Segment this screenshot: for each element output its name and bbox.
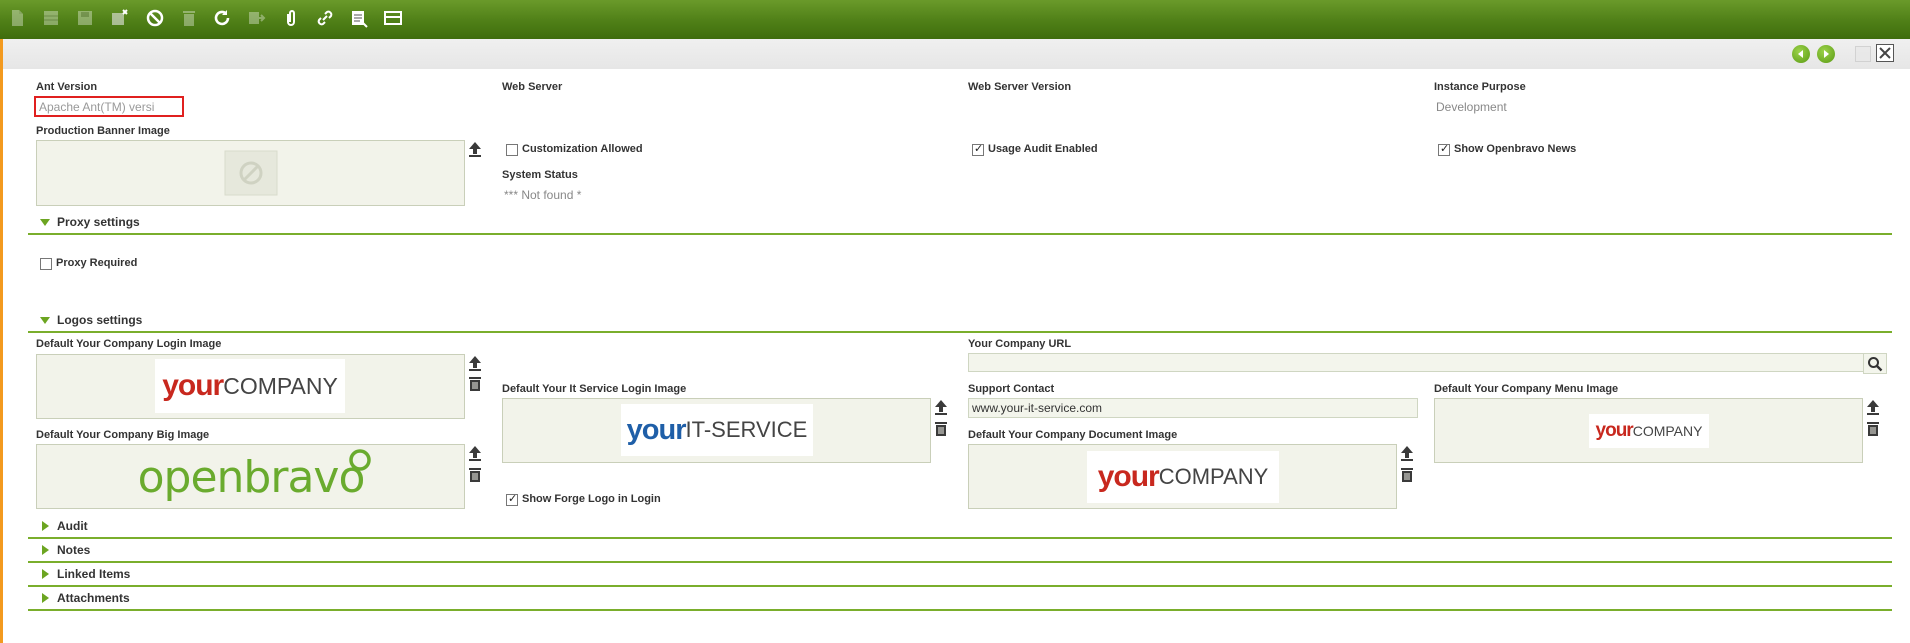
- audit-section[interactable]: Audit: [28, 515, 1892, 539]
- proxy-required-checkbox[interactable]: [40, 258, 52, 270]
- production-banner-label: Production Banner Image: [36, 125, 170, 137]
- company-big-image-box[interactable]: openbravo: [36, 444, 465, 509]
- company-menu-image-box[interactable]: your COMPANY: [1434, 398, 1863, 463]
- expanded-arrow-icon: [40, 317, 50, 324]
- show-openbravo-news-label: Show Openbravo News: [1454, 143, 1577, 155]
- logos-settings-title: Logos settings: [57, 313, 143, 327]
- tree-view-icon[interactable]: [378, 3, 408, 33]
- main-toolbar: [0, 0, 1910, 39]
- company-login-image-label: Default Your Company Login Image: [36, 338, 222, 350]
- openbravo-mark-icon: [349, 449, 371, 471]
- support-contact-label: Support Contact: [968, 383, 1055, 395]
- delete-it-service-icon[interactable]: [932, 420, 950, 438]
- next-record-icon[interactable]: [1817, 45, 1835, 63]
- upload-company-menu-icon[interactable]: [1864, 398, 1882, 416]
- company-menu-image-label: Default Your Company Menu Image: [1434, 383, 1619, 395]
- instance-purpose-label: Instance Purpose: [1434, 81, 1526, 93]
- usage-audit-enabled-checkbox[interactable]: [972, 142, 984, 156]
- upload-company-big-icon[interactable]: [466, 444, 484, 462]
- delete-company-big-icon[interactable]: [466, 466, 484, 484]
- it-service-login-image-box[interactable]: your IT-SERVICE: [502, 398, 931, 463]
- your-company-menu-logo: your COMPANY: [1589, 414, 1709, 448]
- link-icon[interactable]: [310, 3, 340, 33]
- export-icon[interactable]: [241, 3, 271, 33]
- delete-company-login-icon[interactable]: [466, 375, 484, 393]
- customization-allowed-label: Customization Allowed: [522, 143, 643, 155]
- proxy-settings-section[interactable]: Proxy settings: [28, 211, 1892, 235]
- proxy-settings-title: Proxy settings: [57, 215, 140, 229]
- company-document-image-label: Default Your Company Document Image: [968, 429, 1178, 441]
- delete-icon[interactable]: [174, 3, 204, 33]
- header-strip: [0, 39, 1910, 69]
- linked-items-section[interactable]: Linked Items: [28, 563, 1892, 587]
- company-url-field[interactable]: [968, 353, 1864, 372]
- ant-version-label: Ant Version: [36, 81, 98, 93]
- upload-banner-icon[interactable]: [466, 140, 484, 158]
- grid-view-icon[interactable]: [36, 3, 66, 33]
- left-accent-bar: [0, 39, 3, 643]
- production-banner-image-box[interactable]: [36, 140, 465, 206]
- company-big-image-label: Default Your Company Big Image: [36, 429, 210, 441]
- show-openbravo-news-checkbox[interactable]: [1438, 142, 1450, 156]
- linked-items-title: Linked Items: [57, 567, 131, 581]
- save-icon[interactable]: [70, 3, 100, 33]
- company-url-label: Your Company URL: [968, 338, 1072, 350]
- collapsed-arrow-icon: [42, 569, 49, 579]
- audit-trail-icon[interactable]: [344, 3, 374, 33]
- delete-company-menu-icon[interactable]: [1864, 420, 1882, 438]
- instance-purpose-value: Development: [1436, 100, 1507, 114]
- undo-icon[interactable]: [140, 3, 170, 33]
- system-status-label: System Status: [502, 169, 578, 181]
- save-close-icon[interactable]: [104, 3, 134, 33]
- usage-audit-enabled-label: Usage Audit Enabled: [988, 143, 1098, 155]
- upload-company-document-icon[interactable]: [1398, 444, 1416, 462]
- attachments-title: Attachments: [57, 591, 130, 605]
- show-forge-logo-checkbox[interactable]: [506, 492, 518, 506]
- previous-record-icon[interactable]: [1792, 45, 1810, 63]
- no-image-icon: [224, 150, 278, 196]
- collapsed-arrow-icon: [42, 521, 49, 531]
- customization-allowed-checkbox[interactable]: [506, 144, 518, 156]
- collapsed-arrow-icon: [42, 545, 49, 555]
- ant-version-field[interactable]: Apache Ant(TM) versi: [34, 96, 184, 117]
- web-server-label: Web Server: [502, 81, 563, 93]
- search-icon[interactable]: [1863, 353, 1887, 374]
- refresh-icon[interactable]: [207, 3, 237, 33]
- maximize-icon[interactable]: [1855, 46, 1871, 62]
- close-icon[interactable]: [1876, 44, 1894, 62]
- logos-settings-section[interactable]: Logos settings: [28, 309, 1892, 333]
- your-it-service-logo: your IT-SERVICE: [621, 404, 813, 456]
- company-document-image-box[interactable]: your COMPANY: [968, 444, 1397, 509]
- your-company-logo: your COMPANY: [155, 359, 345, 413]
- new-document-icon[interactable]: [2, 3, 32, 33]
- notes-section[interactable]: Notes: [28, 539, 1892, 563]
- openbravo-logo: openbravo: [129, 449, 373, 505]
- attachments-section[interactable]: Attachments: [28, 587, 1892, 611]
- show-forge-logo-label: Show Forge Logo in Login: [522, 493, 661, 505]
- support-contact-field[interactable]: www.your-it-service.com: [968, 398, 1418, 418]
- it-service-login-image-label: Default Your It Service Login Image: [502, 383, 687, 395]
- expanded-arrow-icon: [40, 219, 50, 226]
- your-company-document-logo: your COMPANY: [1087, 451, 1279, 503]
- audit-title: Audit: [57, 519, 88, 533]
- company-login-image-box[interactable]: your COMPANY: [36, 354, 465, 419]
- attachment-icon[interactable]: [276, 3, 306, 33]
- delete-company-document-icon[interactable]: [1398, 466, 1416, 484]
- system-status-value: *** Not found *: [504, 188, 582, 202]
- upload-it-service-icon[interactable]: [932, 398, 950, 416]
- upload-company-login-icon[interactable]: [466, 354, 484, 372]
- proxy-required-label: Proxy Required: [56, 257, 138, 269]
- collapsed-arrow-icon: [42, 593, 49, 603]
- web-server-version-label: Web Server Version: [968, 81, 1072, 93]
- notes-title: Notes: [57, 543, 91, 557]
